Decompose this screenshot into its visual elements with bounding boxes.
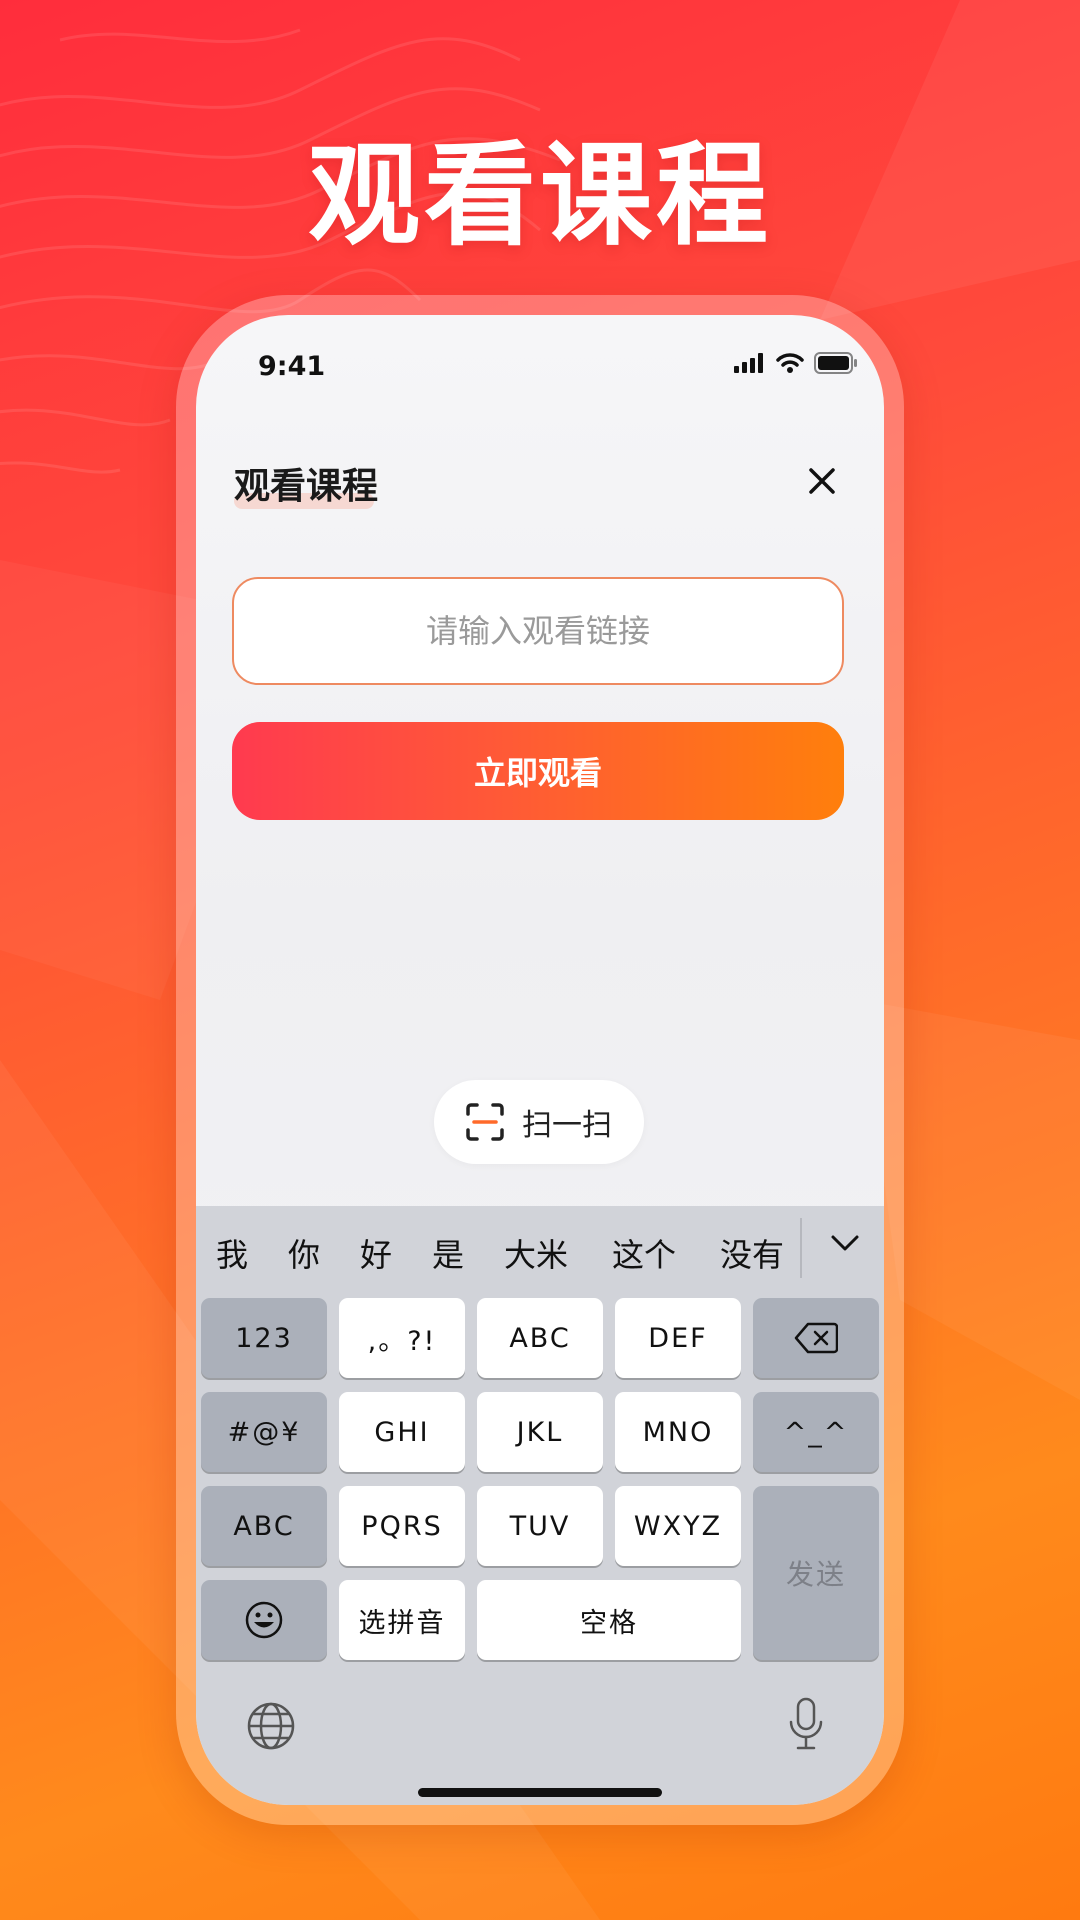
sheet-title: 观看课程: [234, 466, 379, 507]
close-button[interactable]: [800, 459, 844, 503]
status-bar: 9:41: [196, 315, 884, 405]
candidate-item[interactable]: 我: [216, 1230, 248, 1276]
candidate-item[interactable]: 好: [360, 1230, 392, 1276]
chevron-down-icon[interactable]: [830, 1232, 860, 1254]
scan-label: 扫一扫: [522, 1108, 612, 1143]
link-input[interactable]: [232, 577, 844, 685]
backspace-icon: [794, 1322, 838, 1354]
candidate-item[interactable]: 是: [432, 1230, 464, 1276]
keyboard: 我 你 好 是 大米 这个 没有 123 ,。?! ABC DEF #@¥ GH…: [196, 1206, 884, 1805]
candidate-divider: [800, 1218, 802, 1278]
scan-icon: [466, 1103, 504, 1141]
phone-frame: 9:41 观看课程 请输入观看链接 立即观看 扫一扫 我 你 好 是 大米 这个…: [176, 295, 904, 1825]
key-emoticon[interactable]: ^_^: [753, 1392, 879, 1472]
microphone-icon[interactable]: [786, 1696, 826, 1752]
key-symbols[interactable]: #@¥: [201, 1392, 327, 1472]
key-wxyz[interactable]: WXYZ: [615, 1486, 741, 1566]
wifi-icon: [776, 353, 804, 373]
key-def[interactable]: DEF: [615, 1298, 741, 1378]
candidate-item[interactable]: 没有: [720, 1230, 784, 1276]
close-icon: [809, 468, 835, 494]
status-time: 9:41: [258, 351, 326, 382]
emoji-key[interactable]: [201, 1580, 327, 1660]
battery-icon: [814, 352, 857, 374]
key-select-pinyin[interactable]: 选拼音: [339, 1580, 465, 1660]
scan-button[interactable]: 扫一扫: [434, 1080, 644, 1164]
candidate-bar: 我 你 好 是 大米 这个 没有: [196, 1206, 884, 1294]
key-tuv[interactable]: TUV: [477, 1486, 603, 1566]
key-pqrs[interactable]: PQRS: [339, 1486, 465, 1566]
candidate-item[interactable]: 这个: [612, 1230, 676, 1276]
key-jkl[interactable]: JKL: [477, 1392, 603, 1472]
home-indicator[interactable]: [418, 1788, 662, 1797]
backspace-key[interactable]: [753, 1298, 879, 1378]
key-abc-mode[interactable]: ABC: [201, 1486, 327, 1566]
candidate-item[interactable]: 你: [288, 1230, 320, 1276]
emoji-icon: [245, 1601, 283, 1639]
signal-icon: [734, 353, 763, 373]
key-mno[interactable]: MNO: [615, 1392, 741, 1472]
key-ghi[interactable]: GHI: [339, 1392, 465, 1472]
key-123[interactable]: 123: [201, 1298, 327, 1378]
key-abc[interactable]: ABC: [477, 1298, 603, 1378]
send-key[interactable]: 发送: [753, 1486, 879, 1660]
candidate-item[interactable]: 大米: [504, 1230, 568, 1276]
space-key[interactable]: 空格: [477, 1580, 741, 1660]
key-punctuation[interactable]: ,。?!: [339, 1298, 465, 1378]
globe-icon[interactable]: [246, 1701, 296, 1751]
promo-title: 观看课程: [308, 131, 772, 261]
watch-now-button[interactable]: 立即观看: [232, 722, 844, 820]
status-icons: [734, 352, 858, 374]
phone-screen: 9:41 观看课程 请输入观看链接 立即观看 扫一扫 我 你 好 是 大米 这个…: [196, 315, 884, 1805]
